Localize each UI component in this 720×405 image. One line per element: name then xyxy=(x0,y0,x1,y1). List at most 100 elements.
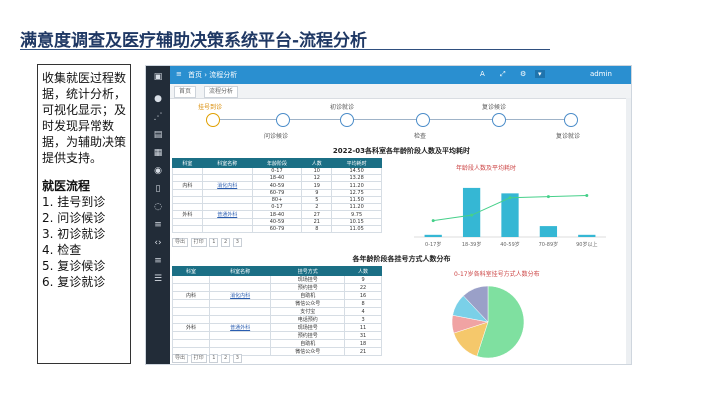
chart-icon[interactable]: ▤ xyxy=(152,130,164,140)
table-cell: 11.05 xyxy=(331,225,382,233)
breadcrumb[interactable]: 首页 › 流程分析 xyxy=(188,70,237,80)
network-icon[interactable]: ⋰ xyxy=(152,112,164,122)
table-cell xyxy=(172,218,203,226)
tab-flow-analysis[interactable]: 流程分析 xyxy=(204,86,239,98)
table-row: 现场挂号 9 xyxy=(172,275,382,284)
flow-node[interactable] xyxy=(564,113,578,127)
table-cell[interactable] xyxy=(201,203,253,211)
settings-icon[interactable]: ⚙ xyxy=(520,70,526,78)
bar[interactable] xyxy=(424,234,442,237)
line-point[interactable] xyxy=(470,213,474,217)
page-button[interactable]: 1 xyxy=(209,238,219,247)
flow-node[interactable] xyxy=(206,113,220,127)
table-cell xyxy=(172,189,203,197)
user-icon[interactable]: ● xyxy=(152,94,164,104)
bar[interactable] xyxy=(578,234,596,237)
layers-icon[interactable]: ☰ xyxy=(152,274,164,284)
export-button[interactable]: 导出 xyxy=(172,354,189,363)
briefcase-icon[interactable]: ▦ xyxy=(152,148,164,158)
flow-label: 复诊候诊 xyxy=(482,104,507,111)
fullscreen-icon[interactable]: ⤢ xyxy=(500,70,506,79)
table-cell[interactable] xyxy=(201,218,253,226)
table-row: 内科 消化内科 40-59 19 11.20 xyxy=(172,181,382,190)
column-header[interactable]: 人数 xyxy=(344,266,382,276)
description-text: 收集就医过程数据，统计分析，可视化显示；及时发现异常数据，为辅助决策提供支持。 xyxy=(42,71,127,165)
table-cell: 内科 xyxy=(172,291,210,300)
page-button[interactable]: 2 xyxy=(221,354,231,363)
scrollbar[interactable] xyxy=(626,98,631,364)
flow-label: 挂号到诊 xyxy=(198,104,223,111)
page-button[interactable]: 1 xyxy=(209,354,219,363)
table-cell: 31 xyxy=(344,331,382,340)
table-row: 外科 普通外科 18-40 27 9.75 xyxy=(172,210,382,219)
line-point[interactable] xyxy=(585,194,589,198)
table-row: 自助机 18 xyxy=(172,339,382,348)
page-button[interactable]: 3 xyxy=(232,354,242,363)
tab-bar: 首页 流程分析 xyxy=(170,84,631,99)
table-cell xyxy=(172,225,203,233)
flow-step: 4. 检查 xyxy=(42,243,82,257)
print-button[interactable]: 打印 xyxy=(190,354,207,363)
table-cell xyxy=(172,196,203,204)
table-cell[interactable] xyxy=(201,196,253,204)
table-cell[interactable] xyxy=(201,225,253,233)
table-cell[interactable]: 普通外科 xyxy=(201,210,253,219)
user-menu[interactable]: admin xyxy=(590,70,612,78)
table-cell[interactable] xyxy=(208,331,272,340)
table-cell[interactable] xyxy=(208,315,272,324)
list-icon[interactable]: ≡ xyxy=(152,220,164,230)
flow-node[interactable] xyxy=(276,113,290,127)
flow-node[interactable] xyxy=(416,113,430,127)
menu-icon[interactable]: ≡ xyxy=(152,256,164,266)
print-button[interactable]: 打印 xyxy=(190,238,207,247)
table-cell: 12 xyxy=(301,174,333,182)
flow-node[interactable] xyxy=(340,113,354,127)
table-cell[interactable] xyxy=(208,339,272,348)
table-cell: 10 xyxy=(301,167,333,175)
table-cell: 19 xyxy=(301,181,333,190)
table-cell: 9 xyxy=(344,275,382,284)
line-point[interactable] xyxy=(508,196,512,200)
message-icon[interactable]: ◌ xyxy=(152,202,164,212)
table-cell: 现场挂号 xyxy=(270,323,346,332)
export-button[interactable]: 导出 xyxy=(172,238,189,247)
table-cell[interactable] xyxy=(208,275,272,284)
table-cell[interactable]: 普通外科 xyxy=(208,323,272,332)
column-header[interactable]: 科室名称 xyxy=(208,266,272,276)
table-cell: 21 xyxy=(344,347,382,356)
column-header[interactable]: 人数 xyxy=(301,158,333,168)
table-cell: 18-40 xyxy=(251,210,303,219)
column-header[interactable]: 平均耗时 xyxy=(331,158,382,168)
table-cell[interactable] xyxy=(201,189,253,197)
column-header[interactable]: 挂号方式 xyxy=(270,266,346,276)
mobile-icon[interactable]: ▯ xyxy=(152,184,164,194)
column-header[interactable]: 年龄阶段 xyxy=(251,158,303,168)
font-icon[interactable]: A xyxy=(480,70,485,78)
column-header[interactable]: 科室名称 xyxy=(201,158,253,168)
column-header[interactable]: 科室 xyxy=(172,158,203,168)
table-row: 60-79 9 12.75 xyxy=(172,189,382,197)
module-select[interactable]: ▾ xyxy=(535,70,545,78)
bar[interactable] xyxy=(539,226,558,237)
code-icon[interactable]: ‹› xyxy=(152,238,164,248)
page-button[interactable]: 2 xyxy=(221,238,231,247)
column-header[interactable]: 科室 xyxy=(172,266,210,276)
table-cell[interactable] xyxy=(201,167,253,175)
table-cell[interactable] xyxy=(208,283,272,292)
table-row: 电话预约 3 xyxy=(172,315,382,324)
line-point[interactable] xyxy=(546,195,550,199)
table-cell[interactable]: 消化内科 xyxy=(208,291,272,300)
tab-home[interactable]: 首页 xyxy=(174,86,197,98)
hamburger-icon[interactable]: ≡ xyxy=(176,70,182,78)
flow-node[interactable] xyxy=(492,113,506,127)
table-cell: 14.50 xyxy=(331,167,382,175)
table-cell: 预约挂号 xyxy=(270,331,346,340)
line-point[interactable] xyxy=(431,219,435,223)
table-cell[interactable] xyxy=(201,174,253,182)
bar[interactable] xyxy=(501,193,519,237)
table-cell[interactable]: 消化内科 xyxy=(201,181,253,190)
page-button[interactable]: 3 xyxy=(232,238,242,247)
table-cell[interactable] xyxy=(208,299,272,308)
chat-icon[interactable]: ◉ xyxy=(152,166,164,176)
table-cell[interactable] xyxy=(208,307,272,316)
